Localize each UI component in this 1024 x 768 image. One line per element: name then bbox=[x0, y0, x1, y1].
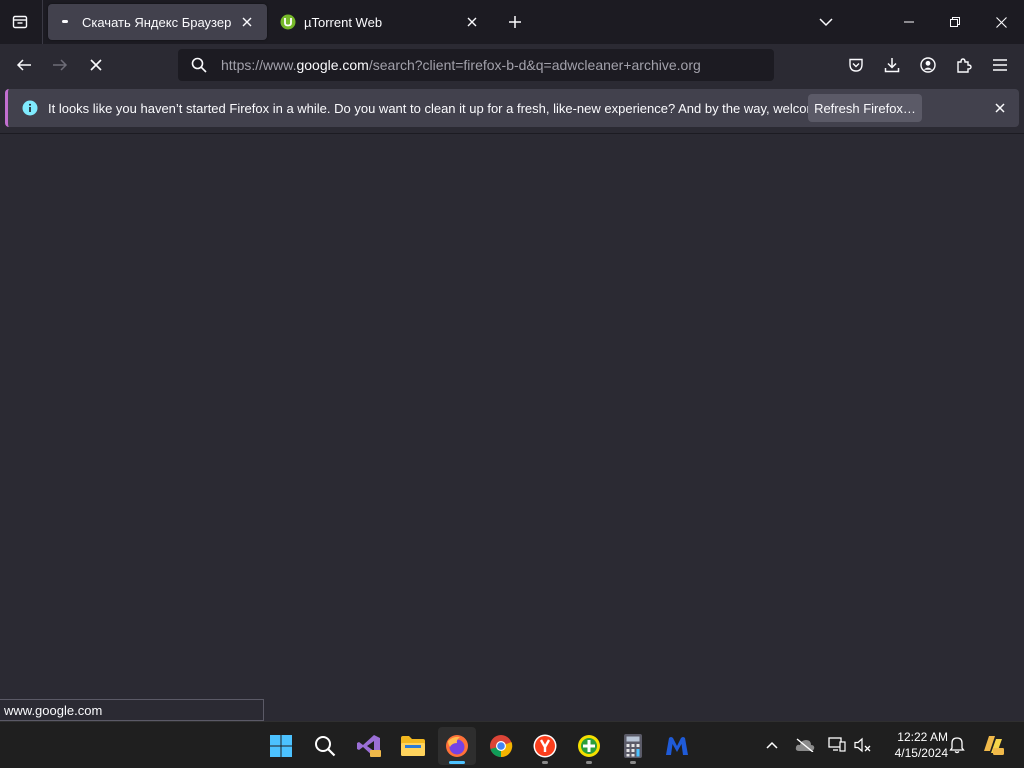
close-icon bbox=[995, 16, 1007, 28]
puzzle-icon bbox=[957, 58, 972, 73]
downloads-button[interactable] bbox=[877, 50, 907, 80]
notification-message: It looks like you haven’t started Firefo… bbox=[48, 100, 860, 116]
tab-title: µTorrent Web bbox=[304, 14, 383, 30]
running-indicator bbox=[630, 761, 636, 764]
refresh-firefox-button[interactable]: Refresh Firefox… bbox=[808, 94, 922, 122]
clock-date: 4/15/2024 bbox=[894, 746, 948, 760]
tab-utorrent[interactable]: µTorrent Web bbox=[270, 4, 492, 40]
visual-studio-preview-taskbar[interactable] bbox=[350, 727, 388, 765]
new-tab-button[interactable] bbox=[501, 8, 529, 36]
running-indicator bbox=[542, 761, 548, 764]
page-content-area[interactable] bbox=[0, 133, 1024, 721]
url-bar[interactable]: https://www.google.com/search?client=fir… bbox=[178, 49, 774, 81]
firefox-view-button[interactable] bbox=[6, 8, 34, 36]
search-icon bbox=[191, 57, 207, 73]
green-plus-app-icon bbox=[578, 735, 600, 757]
copilot-preview-button[interactable] bbox=[980, 733, 1006, 757]
url-prefix: https://www. bbox=[221, 57, 297, 73]
download-icon bbox=[884, 58, 900, 73]
tab-strip: Скачать Яндекс Браузер µTorrent Web bbox=[0, 0, 1024, 44]
green-app-taskbar[interactable] bbox=[570, 727, 608, 765]
calculator-taskbar[interactable] bbox=[614, 727, 652, 765]
minimize-button[interactable] bbox=[886, 0, 932, 44]
chevron-up-icon bbox=[766, 741, 778, 749]
forward-button[interactable] bbox=[44, 50, 76, 80]
menu-button[interactable] bbox=[985, 50, 1015, 80]
yandex-browser-taskbar[interactable] bbox=[526, 727, 564, 765]
status-panel: www.google.com bbox=[0, 699, 264, 721]
search-taskbar-button[interactable] bbox=[306, 727, 344, 765]
active-indicator bbox=[449, 761, 465, 764]
chrome-taskbar[interactable] bbox=[482, 727, 520, 765]
stop-x-icon bbox=[90, 59, 102, 71]
close-tab-icon[interactable] bbox=[237, 12, 257, 32]
url-host: google.com bbox=[296, 57, 369, 73]
pocket-button[interactable] bbox=[841, 50, 871, 80]
url-text[interactable]: https://www.google.com/search?client=fir… bbox=[221, 57, 701, 73]
onedrive-tray-button[interactable] bbox=[793, 733, 817, 757]
firefox-view-icon bbox=[12, 15, 28, 29]
copilot-preview-icon bbox=[984, 736, 1004, 755]
windows-taskbar: 12:22 AM 4/15/2024 bbox=[0, 721, 1024, 768]
speaker-muted-icon bbox=[854, 737, 871, 753]
network-monitor-icon bbox=[828, 737, 846, 752]
file-explorer-taskbar[interactable] bbox=[394, 727, 432, 765]
visual-studio-icon bbox=[357, 735, 381, 757]
restore-button[interactable] bbox=[932, 0, 978, 44]
yandex-icon bbox=[533, 734, 557, 758]
hamburger-icon bbox=[993, 59, 1007, 71]
info-icon bbox=[22, 100, 38, 116]
back-button[interactable] bbox=[8, 50, 40, 80]
close-tab-icon[interactable] bbox=[462, 12, 482, 32]
folder-icon bbox=[401, 736, 425, 756]
cloud-off-icon bbox=[795, 738, 815, 752]
notifications-button[interactable] bbox=[945, 733, 969, 757]
refresh-notification-bar: It looks like you haven’t started Firefo… bbox=[5, 89, 1019, 127]
start-button[interactable] bbox=[262, 727, 300, 765]
close-icon bbox=[995, 103, 1005, 113]
search-icon bbox=[315, 736, 336, 757]
pocket-icon bbox=[849, 58, 863, 72]
firefox-taskbar[interactable] bbox=[438, 727, 476, 765]
bell-icon bbox=[949, 737, 965, 754]
system-clock[interactable]: 12:22 AM 4/15/2024 bbox=[878, 729, 948, 761]
malwarebytes-icon bbox=[666, 737, 688, 755]
plus-icon bbox=[509, 16, 521, 28]
tab-yandex[interactable]: Скачать Яндекс Браузер bbox=[48, 4, 267, 40]
tab-title: Скачать Яндекс Браузер bbox=[82, 14, 232, 30]
calculator-icon bbox=[624, 734, 642, 758]
malwarebytes-taskbar[interactable] bbox=[658, 727, 696, 765]
running-indicator bbox=[586, 761, 592, 764]
restore-icon bbox=[950, 17, 960, 27]
url-path: /search?client=firefox-b-d&q=adwcleaner+… bbox=[368, 57, 701, 73]
close-notification-button[interactable] bbox=[990, 98, 1010, 118]
windows-logo-icon bbox=[270, 735, 292, 757]
loading-dot-icon bbox=[58, 14, 74, 30]
account-icon bbox=[920, 57, 936, 73]
clock-time: 12:22 AM bbox=[897, 730, 948, 744]
volume-tray-button[interactable] bbox=[851, 733, 875, 757]
chevron-down-icon bbox=[819, 18, 833, 27]
back-arrow-icon bbox=[16, 59, 31, 71]
firefox-icon bbox=[446, 735, 468, 757]
minimize-icon bbox=[904, 21, 914, 23]
network-tray-button[interactable] bbox=[825, 733, 849, 757]
stop-button[interactable] bbox=[80, 50, 112, 80]
tab-separator bbox=[42, 0, 43, 44]
firefox-window: Скачать Яндекс Браузер µTorrent Web http… bbox=[0, 0, 1024, 768]
extensions-button[interactable] bbox=[949, 50, 979, 80]
chrome-icon bbox=[490, 735, 513, 758]
utorrent-icon bbox=[280, 14, 296, 30]
show-hidden-icons-button[interactable] bbox=[760, 733, 784, 757]
account-button[interactable] bbox=[913, 50, 943, 80]
list-all-tabs-button[interactable] bbox=[812, 8, 840, 36]
forward-arrow-icon bbox=[53, 59, 68, 71]
close-window-button[interactable] bbox=[978, 0, 1024, 44]
navigation-toolbar: https://www.google.com/search?client=fir… bbox=[0, 44, 1024, 86]
